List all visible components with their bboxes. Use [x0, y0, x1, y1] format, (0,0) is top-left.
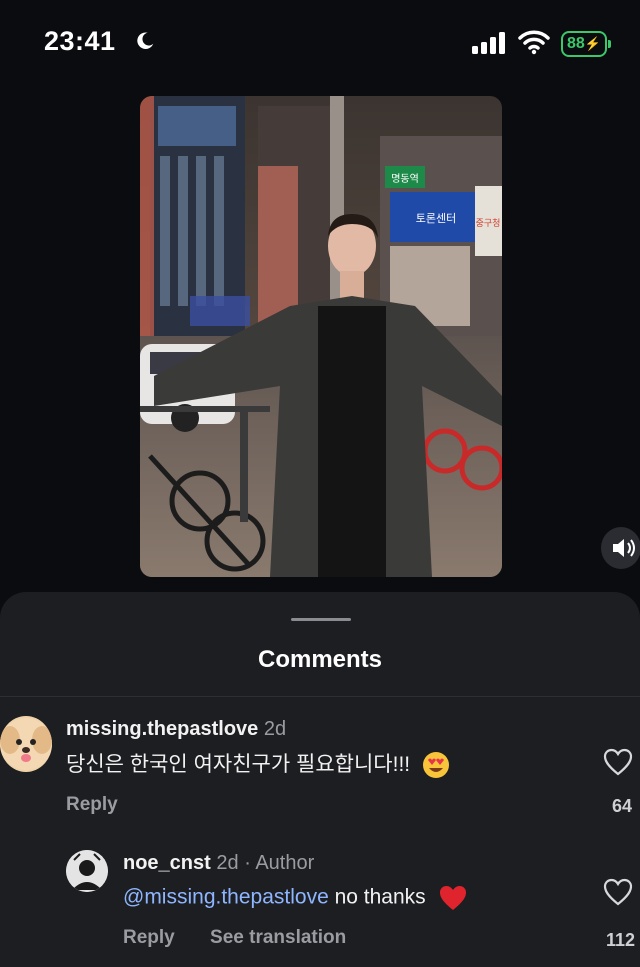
reply-button[interactable]: Reply [66, 794, 118, 815]
sheet-grabber[interactable] [291, 618, 351, 621]
comments-sheet: Comments missing.thepastlove 2d 당신은 한국인 … [0, 592, 640, 967]
status-time: 23:41 [44, 26, 116, 56]
reply-text: @missing.thepastlove no thanks [123, 884, 468, 912]
like-heart-icon[interactable] [603, 878, 633, 906]
status-bar: 23:41 88⚡ [0, 0, 640, 88]
comment-actions: Reply [66, 794, 148, 816]
comment-body: 당신은 한국인 여자친구가 필요합니다!!! [66, 753, 411, 776]
reply-button[interactable]: Reply [123, 927, 175, 948]
meta-separator: · [244, 852, 251, 874]
moon-icon [137, 32, 154, 49]
reply-actions: Reply See translation [123, 927, 376, 949]
video-frame: 명동역 토론센터 중구청 [140, 96, 502, 577]
like-count: 112 [605, 930, 635, 950]
like-count: 64 [611, 796, 632, 816]
mention-link[interactable]: @missing.thepastlove [123, 886, 329, 909]
reply-item: noe_cnst 2d · Author @missing.thepastlov… [0, 842, 640, 967]
reply-body: no thanks [334, 885, 426, 909]
heart-eyes-emoji [422, 752, 449, 779]
red-heart-emoji [439, 886, 466, 910]
reply-meta: noe_cnst 2d · Author [123, 852, 314, 875]
battery-level: 88 [567, 35, 585, 52]
author-label: Author [255, 852, 315, 874]
sign-text-2: 토론센터 [416, 212, 456, 225]
battery-charging-icon: 88⚡ [561, 31, 611, 57]
signal-icon [472, 32, 505, 54]
sound-toggle-button[interactable] [601, 527, 640, 569]
divider [0, 696, 640, 697]
comment-age: 2d [263, 718, 287, 740]
sheet-title: Comments [257, 646, 383, 673]
avatar[interactable] [0, 716, 52, 772]
see-translation-button[interactable]: See translation [210, 927, 346, 948]
reply-age: 2d [216, 852, 239, 874]
comment-username[interactable]: missing.thepastlove [66, 718, 258, 740]
sign-text-1: 명동역 [391, 173, 419, 185]
video-player[interactable]: 명동역 토론센터 중구청 [140, 96, 502, 577]
comment-text: 당신은 한국인 여자친구가 필요합니다!!! [66, 748, 450, 779]
speaker-icon [613, 539, 635, 557]
comment-meta: missing.thepastlove 2d [66, 718, 286, 741]
comment-item: missing.thepastlove 2d 당신은 한국인 여자친구가 필요합… [0, 702, 640, 832]
wifi-icon [518, 30, 550, 55]
reply-username[interactable]: noe_cnst [123, 852, 211, 874]
sign-text-3: 중구청 [476, 218, 501, 229]
avatar[interactable] [66, 850, 108, 892]
like-heart-icon[interactable] [603, 748, 633, 776]
